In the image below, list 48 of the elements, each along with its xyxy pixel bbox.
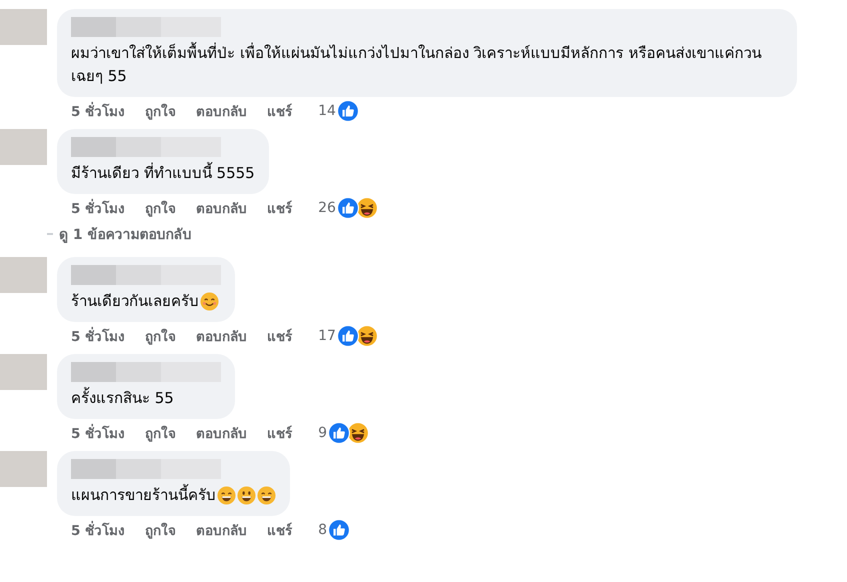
comment-action-link[interactable]: แชร์ — [267, 325, 292, 347]
reaction-count: 26 — [318, 200, 336, 216]
like-reaction-icon[interactable] — [336, 100, 359, 122]
like-reaction-icon[interactable] — [336, 197, 359, 219]
comment-time[interactable]: 5 ชั่วโมง — [71, 422, 126, 444]
comment-action-link[interactable]: ตอบกลับ — [196, 197, 248, 219]
comment-action-link[interactable]: แชร์ — [267, 519, 292, 541]
laughing-face-icon[interactable] — [356, 197, 378, 219]
comment-action-link[interactable]: ตอบกลับ — [196, 325, 248, 347]
redacted-avatar — [0, 129, 47, 165]
comment-action-link[interactable]: แชร์ — [267, 100, 292, 122]
redacted-avatar — [0, 354, 47, 390]
comment-text: แผนการขายร้านนี้ครับ — [71, 484, 216, 506]
redacted-avatar — [0, 451, 47, 487]
like-reaction-icon[interactable] — [336, 325, 359, 347]
comment-action-link[interactable]: ตอบกลับ — [196, 422, 248, 444]
redacted-avatar — [0, 257, 47, 293]
comment-action-link[interactable]: ถูกใจ — [145, 422, 176, 444]
smiley-face-icon — [237, 486, 256, 505]
comment-action-link[interactable]: ถูกใจ — [145, 197, 176, 219]
comment-text: ร้านเดียวกันเลยครับ — [71, 291, 199, 312]
reaction-count: 9 — [318, 425, 328, 441]
redacted-avatar — [0, 9, 47, 45]
smiling-face-icon — [200, 292, 219, 311]
like-reaction-icon[interactable] — [328, 519, 350, 541]
reaction-count: 17 — [318, 328, 336, 344]
view-replies-link[interactable]: ดู 1 ข้อความตอบกลับ — [59, 223, 192, 245]
comment-action-link[interactable]: ตอบกลับ — [196, 100, 248, 122]
comment-action-link[interactable]: ตอบกลับ — [196, 519, 248, 541]
grinning-face-icon — [257, 486, 276, 505]
comment-action-link[interactable]: ถูกใจ — [145, 519, 176, 541]
comment-text: ผมว่าเขาใส่ให้เต็มพื้นที่ป่ะ เพื่อให้แผ่นมันไม่แกว่งไปมาในกล่อง วิเคราะห์แบบมีหลักการ หรือคนส่งเขาแค่กวนเฉยๆ 55 — [71, 42, 762, 87]
reaction-count: 8 — [318, 522, 328, 538]
comment-text: ครั้งแรกสินะ 55 — [71, 387, 174, 409]
comment-action-link[interactable]: ถูกใจ — [145, 325, 176, 347]
comment-time[interactable]: 5 ชั่วโมง — [71, 100, 126, 122]
comment-text: มีร้านเดียว ที่ทำแบบนี้ 5555 — [71, 162, 255, 184]
comment-time[interactable]: 5 ชั่วโมง — [71, 325, 126, 347]
laughing-face-icon[interactable] — [347, 422, 370, 444]
like-reaction-icon[interactable] — [328, 422, 350, 444]
reaction-count: 14 — [318, 103, 336, 119]
comment-action-link[interactable]: แชร์ — [267, 197, 292, 219]
comment-action-link[interactable]: แชร์ — [267, 422, 292, 444]
grinning-face-icon — [217, 486, 236, 505]
comment-action-link[interactable]: ถูกใจ — [145, 100, 176, 122]
comment-time[interactable]: 5 ชั่วโมง — [71, 197, 126, 219]
laughing-face-icon[interactable] — [356, 325, 378, 347]
comment-time[interactable]: 5 ชั่วโมง — [71, 519, 126, 541]
